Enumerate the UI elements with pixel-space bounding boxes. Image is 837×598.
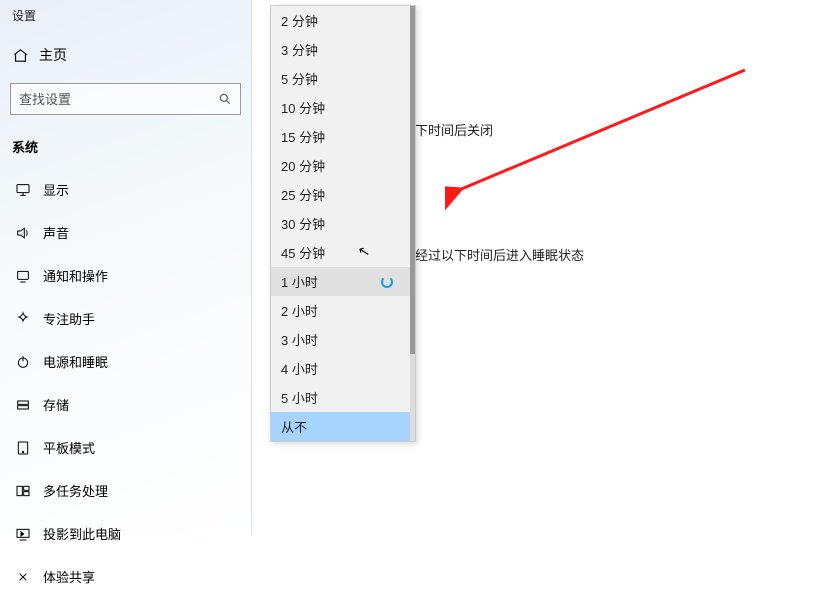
search-box[interactable]: [10, 83, 241, 115]
dropdown-option[interactable]: 25 分钟: [271, 180, 415, 209]
dropdown-option[interactable]: 30 分钟: [271, 209, 415, 238]
sidebar: 设置 主页 系统 显示声音通知和操作专注助手电源和睡眠存储平板模式多任务处理投影…: [0, 0, 252, 535]
annotation-arrow-icon: [445, 60, 755, 220]
sidebar-item-label: 投影到此电脑: [43, 524, 121, 543]
sidebar-item-focus[interactable]: 专注助手: [0, 297, 251, 340]
search-input[interactable]: [19, 92, 218, 107]
sidebar-item-label: 通知和操作: [43, 266, 108, 285]
dropdown-option[interactable]: 15 分钟: [271, 122, 415, 151]
sidebar-item-multitask[interactable]: 多任务处理: [0, 469, 251, 512]
section-header: 系统: [0, 123, 251, 168]
dropdown-option[interactable]: 20 分钟: [271, 151, 415, 180]
focus-icon: [14, 311, 31, 327]
sidebar-item-share[interactable]: 体验共享: [0, 555, 251, 598]
sidebar-item-label: 体验共享: [43, 567, 95, 586]
dropdown-option[interactable]: 3 分钟: [271, 35, 415, 64]
loading-spinner-icon: [381, 276, 393, 288]
share-icon: [14, 569, 31, 585]
sidebar-item-sound[interactable]: 声音: [0, 211, 251, 254]
sidebar-item-label: 电源和睡眠: [43, 352, 108, 371]
nav-list: 显示声音通知和操作专注助手电源和睡眠存储平板模式多任务处理投影到此电脑体验共享: [0, 168, 251, 598]
home-nav[interactable]: 主页: [0, 31, 251, 75]
sidebar-item-label: 存储: [43, 395, 69, 414]
sidebar-item-project[interactable]: 投影到此电脑: [0, 512, 251, 555]
content-text-sleep-after: 经过以下时间后进入睡眠状态: [415, 245, 584, 264]
sidebar-item-power[interactable]: 电源和睡眠: [0, 340, 251, 383]
search-icon: [218, 92, 232, 106]
scrollbar-thumb[interactable]: [410, 6, 415, 354]
sidebar-item-label: 多任务处理: [43, 481, 108, 500]
sound-icon: [14, 225, 31, 241]
sidebar-item-label: 声音: [43, 223, 69, 242]
scrollbar[interactable]: [410, 6, 415, 441]
dropdown-option[interactable]: 3 小时: [271, 325, 415, 354]
storage-icon: [14, 397, 31, 413]
notify-icon: [14, 268, 31, 284]
app-title: 设置: [0, 0, 251, 31]
time-dropdown[interactable]: 2 分钟3 分钟5 分钟10 分钟15 分钟20 分钟25 分钟30 分钟45 …: [270, 5, 416, 442]
display-icon: [14, 182, 31, 198]
sidebar-item-tablet[interactable]: 平板模式: [0, 426, 251, 469]
power-icon: [14, 354, 31, 370]
dropdown-option[interactable]: 2 分钟: [271, 6, 415, 35]
dropdown-option[interactable]: 5 小时: [271, 383, 415, 412]
dropdown-option[interactable]: 4 小时: [271, 354, 415, 383]
dropdown-option[interactable]: 1 小时: [271, 267, 415, 296]
dropdown-option[interactable]: 10 分钟: [271, 93, 415, 122]
project-icon: [14, 526, 31, 542]
sidebar-item-notify[interactable]: 通知和操作: [0, 254, 251, 297]
sidebar-item-display[interactable]: 显示: [0, 168, 251, 211]
content-text-screen-off: 下时间后关闭: [415, 120, 493, 139]
sidebar-item-storage[interactable]: 存储: [0, 383, 251, 426]
home-icon: [12, 47, 29, 64]
dropdown-option[interactable]: 5 分钟: [271, 64, 415, 93]
multitask-icon: [14, 483, 31, 499]
dropdown-option[interactable]: 从不: [271, 412, 415, 441]
tablet-icon: [14, 440, 31, 456]
sidebar-item-label: 显示: [43, 180, 69, 199]
dropdown-option[interactable]: 45 分钟: [271, 238, 415, 267]
sidebar-item-label: 平板模式: [43, 438, 95, 457]
sidebar-item-label: 专注助手: [43, 309, 95, 328]
dropdown-option[interactable]: 2 小时: [271, 296, 415, 325]
home-label: 主页: [39, 45, 67, 65]
